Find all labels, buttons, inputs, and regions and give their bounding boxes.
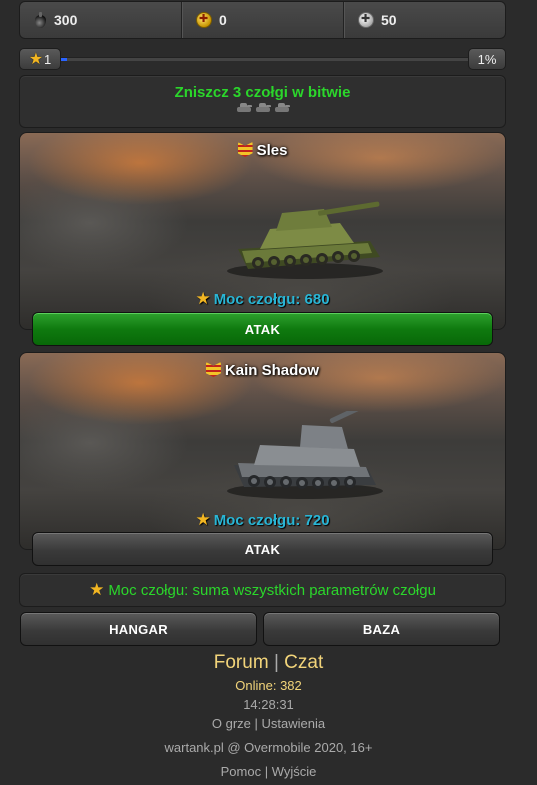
hangar-button[interactable]: HANGAR — [20, 612, 257, 646]
attack-button[interactable]: ATAK — [32, 532, 493, 566]
info-text: Moc czołgu: suma wszystkich parametrów c… — [108, 581, 436, 599]
star-icon: ★ — [195, 289, 211, 308]
gold-value: 0 — [219, 12, 227, 28]
level-badge[interactable]: ★ 1 — [19, 48, 61, 70]
opponent-name[interactable]: Sles — [20, 142, 505, 159]
server-time: 14:28:31 — [243, 697, 294, 712]
tank-power: ★ Moc czołgu: 680 — [20, 289, 505, 309]
forum-link[interactable]: Forum — [214, 652, 269, 673]
chat-link[interactable]: Czat — [284, 652, 323, 673]
link-separator: | — [264, 764, 269, 779]
star-icon: ★ — [195, 510, 211, 529]
tank-power-text: Moc czołgu: 680 — [213, 291, 330, 308]
silver-resource: 50 — [343, 2, 505, 38]
tank-image — [227, 201, 383, 279]
rank-icon — [237, 142, 253, 157]
tank-power: ★ Moc czołgu: 720 — [20, 510, 505, 530]
star-icon: ★ — [89, 580, 105, 599]
silver-coin-icon — [358, 12, 374, 28]
online-status: Online: 382 — [0, 678, 537, 693]
gold-coin-icon — [196, 12, 212, 28]
copyright: wartank.pl @ Overmobile 2020, 16+ — [164, 740, 373, 755]
tank-power-text: Moc czołgu: 720 — [213, 512, 330, 529]
help-links: Pomoc | Wyjście — [0, 764, 537, 779]
mission-panel[interactable]: Zniszcz 3 czołgi w bitwie — [19, 75, 506, 128]
opponent-name-text: Sles — [256, 142, 288, 159]
mission-text: Zniszcz 3 czołgi w bitwie — [174, 84, 351, 101]
tank-icon — [274, 102, 290, 112]
info-panel: ★ Moc czołgu: suma wszystkich parametrów… — [19, 573, 506, 607]
help-link[interactable]: Pomoc — [221, 764, 261, 779]
mission-tanks — [20, 102, 505, 112]
opponent-card: Kain Shadow ★ Moc czołgu: 720 — [19, 352, 506, 550]
logout-link[interactable]: Wyjście — [272, 764, 317, 779]
gold-resource: 0 — [181, 2, 343, 38]
experience-bar: ★ 1 1% — [19, 48, 506, 70]
settings-link[interactable]: Ustawienia — [262, 716, 326, 731]
attack-button[interactable]: ATAK — [32, 312, 493, 346]
fuel-resource: 300 — [20, 2, 181, 38]
opponent-name[interactable]: Kain Shadow — [20, 362, 505, 379]
level-value: 1 — [44, 51, 52, 67]
opponent-card: Sles ★ Moc czołgu: 680 — [19, 132, 506, 330]
online-label: Online: — [235, 678, 277, 693]
about-link[interactable]: O grze — [212, 716, 251, 731]
opponent-name-text: Kain Shadow — [224, 362, 320, 379]
xp-progress-fill — [61, 58, 68, 61]
about-links: O grze | Ustawienia — [0, 716, 537, 731]
tank-image — [227, 411, 383, 499]
fuel-value: 300 — [54, 12, 78, 28]
silver-value: 50 — [381, 12, 397, 28]
fuel-drop-icon — [34, 11, 47, 29]
base-button[interactable]: BAZA — [263, 612, 500, 646]
online-count: 382 — [280, 678, 302, 693]
footer-links: Forum | Czat — [0, 652, 537, 674]
link-separator: | — [254, 716, 258, 731]
link-separator: | — [273, 652, 279, 673]
tank-icon — [255, 102, 271, 112]
tank-icon — [236, 102, 252, 112]
resource-bar: 300 0 50 — [19, 1, 506, 39]
rank-icon — [205, 362, 221, 377]
xp-progress-track — [61, 57, 468, 61]
xp-percent: 1% — [468, 48, 506, 70]
star-icon: ★ — [28, 51, 44, 68]
